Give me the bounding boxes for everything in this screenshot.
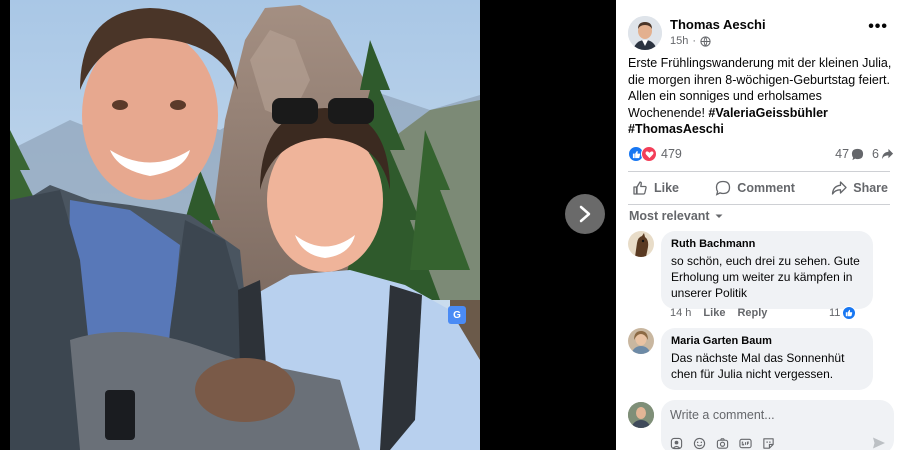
commenter-name[interactable]: Maria Garten Baum [671, 335, 863, 347]
camera-icon[interactable] [715, 436, 729, 450]
post-header: Thomas Aeschi 15h · ••• [628, 14, 890, 54]
comment-time[interactable]: 14 h [670, 307, 691, 319]
person-avatar-image [628, 328, 654, 354]
meta-dot: · [692, 35, 697, 47]
thumbs-up-icon [633, 181, 647, 195]
comment-like-count-value: 11 [829, 307, 841, 319]
share-arrow-icon [881, 148, 894, 159]
comment-count-value: 47 [835, 147, 850, 161]
author-avatar-image [628, 16, 662, 50]
like-reaction-icon [842, 306, 857, 320]
comment-count[interactable]: 47 [835, 147, 864, 161]
translate-icon[interactable]: G [448, 306, 466, 324]
share-count[interactable]: 6 [872, 147, 894, 161]
reactions-bar: 479 47 6 [628, 144, 894, 164]
horse-avatar-image [628, 231, 654, 257]
comment-meta: 14 h Like Reply [670, 307, 767, 319]
comment-input[interactable] [670, 408, 870, 422]
post-pane: Thomas Aeschi 15h · ••• Erste Frühlingsw… [616, 0, 900, 450]
comment-like-count[interactable]: 11 [829, 306, 857, 320]
photo-pane: G [0, 0, 616, 450]
sticker-icon[interactable] [761, 436, 775, 450]
photo-viewer: G Thomas Aeschi 15h · ••• Erste Frühling… [0, 0, 900, 450]
love-reaction-icon [641, 146, 657, 162]
current-user-avatar-image [628, 402, 654, 428]
post-time[interactable]: 15h [670, 35, 688, 47]
post-actions: Like Comment Share [626, 174, 894, 202]
comment-label: Comment [737, 181, 795, 195]
divider [628, 171, 890, 172]
comment-text: Das nächste Mal das Sonnenhüt chen für J… [671, 351, 845, 381]
share-count-value: 6 [872, 147, 879, 161]
emoji-icon[interactable] [692, 436, 706, 450]
gif-icon[interactable] [738, 436, 752, 450]
chevron-right-icon [579, 205, 591, 223]
author-avatar[interactable] [628, 16, 662, 50]
comment-item: Maria Garten Baum Das nächste Mal das So… [628, 328, 890, 392]
photo-illustration [10, 0, 480, 450]
commenter-avatar[interactable] [628, 231, 654, 257]
comment-icon [716, 180, 731, 196]
more-options-button[interactable]: ••• [868, 18, 888, 36]
commenter-name[interactable]: Ruth Bachmann [671, 238, 863, 250]
post-text: Erste Frühlingswanderung mit der kleinen… [628, 55, 896, 138]
reaction-icons[interactable] [628, 146, 657, 162]
divider [628, 204, 890, 205]
avatar-sticker-icon[interactable] [669, 436, 683, 450]
author-name[interactable]: Thomas Aeschi [670, 17, 766, 32]
send-icon[interactable] [872, 436, 886, 450]
comment-button[interactable]: Comment [709, 180, 801, 196]
composer-tools [669, 436, 775, 450]
comment-composer-box [661, 400, 894, 450]
comment-text: so schön, euch drei zu sehen. Gute Erhol… [671, 254, 860, 300]
share-label: Share [853, 181, 888, 195]
comment-like-button[interactable]: Like [703, 307, 725, 319]
post-photo[interactable] [10, 0, 480, 450]
comment-reply-button[interactable]: Reply [737, 307, 767, 319]
comment-composer [628, 400, 894, 450]
globe-icon [700, 35, 711, 47]
next-photo-button[interactable] [565, 194, 605, 234]
comment-bubble-icon [851, 148, 864, 160]
reaction-count[interactable]: 479 [661, 147, 682, 161]
share-button[interactable]: Share [825, 180, 894, 196]
post-meta: 15h · [670, 35, 711, 47]
like-button[interactable]: Like [626, 180, 685, 196]
sort-label: Most relevant [629, 209, 710, 223]
chevron-down-icon [715, 214, 723, 218]
commenter-avatar[interactable] [628, 328, 654, 354]
engagement-counts: 47 6 [835, 147, 894, 161]
like-label: Like [654, 181, 680, 195]
current-user-avatar[interactable] [628, 402, 654, 428]
comment-bubble: Maria Garten Baum Das nächste Mal das So… [661, 328, 873, 390]
comment-sort-dropdown[interactable]: Most relevant [629, 209, 724, 223]
comment-bubble: Ruth Bachmann so schön, euch drei zu seh… [661, 231, 873, 309]
share-icon [832, 181, 847, 195]
comment-item: Ruth Bachmann so schön, euch drei zu seh… [628, 231, 890, 323]
